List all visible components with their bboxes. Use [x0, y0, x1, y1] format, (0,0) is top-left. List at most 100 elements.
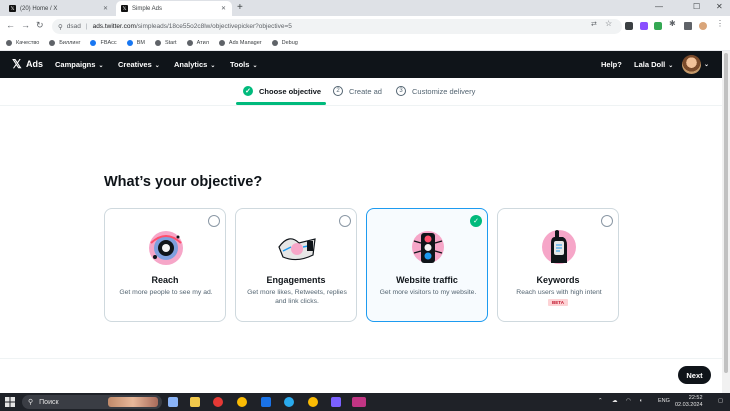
tab-strip: 𝕏 (20) Home / X ✕ 𝕏 Simple Ads ✕ + — ☐ ✕	[0, 0, 730, 16]
bookmark-item[interactable]: FBAcc	[90, 40, 117, 46]
back-arrow-icon[interactable]: ←	[6, 20, 15, 30]
x-logo-icon: 𝕏	[121, 5, 128, 12]
taskbar-search[interactable]: ⚲ Поиск	[22, 395, 162, 409]
bookmark-item[interactable]: Качество	[6, 40, 39, 46]
globe-icon	[154, 40, 161, 46]
outlook-icon[interactable]	[261, 397, 271, 407]
language-indicator[interactable]: ENG	[658, 398, 670, 404]
maximize-icon[interactable]: ☐	[693, 2, 700, 11]
chevron-down-icon[interactable]: ⌄	[704, 61, 709, 68]
objective-stepper: ✓ Choose objective 2 Create ad 3 Customi…	[0, 78, 722, 106]
account-menu[interactable]: Lala Doll ⌄	[634, 60, 673, 69]
help-link[interactable]: Help?	[601, 60, 622, 69]
step-customize-delivery[interactable]: 3 Customize delivery	[396, 86, 475, 96]
card-description: Get more visitors to my website.	[379, 289, 477, 296]
footer-divider	[0, 358, 722, 359]
objective-card-reach[interactable]: Reach Get more people to see my ad.	[104, 208, 226, 322]
extension-purple-icon[interactable]	[640, 22, 648, 30]
chevron-down-icon: ⌄	[252, 63, 258, 69]
file-explorer-icon[interactable]	[190, 397, 200, 407]
yandex-browser-icon[interactable]	[213, 397, 223, 407]
telegram-icon[interactable]	[284, 397, 294, 407]
nav-tools[interactable]: Tools ⌄	[230, 60, 257, 69]
task-view-icon[interactable]	[168, 397, 178, 407]
clock-date: 02.03.2024	[675, 402, 703, 408]
card-description: Get more likes, Retweets, replies and li…	[247, 289, 347, 305]
menu-icon[interactable]: ⋮	[716, 19, 724, 28]
wifi-icon[interactable]: ◠	[626, 398, 631, 404]
bookmark-item[interactable]: Debug	[271, 40, 298, 46]
brand-label[interactable]: Ads	[26, 59, 43, 69]
site-info-icon[interactable]: ⚲	[58, 23, 63, 31]
app-icon[interactable]	[331, 397, 341, 407]
browser-tab-simple-ads[interactable]: 𝕏 Simple Ads ✕	[116, 1, 232, 16]
extension-green-icon[interactable]	[654, 22, 662, 30]
avatar[interactable]	[682, 55, 701, 74]
chevron-up-icon[interactable]: ⌃	[598, 398, 603, 404]
objective-card-website-traffic[interactable]: ✓ Website traffic Get more visitors to m…	[366, 208, 488, 322]
objective-card-keywords[interactable]: Keywords Reach users with high intent BE…	[497, 208, 619, 322]
onedrive-icon[interactable]: ☁	[612, 398, 618, 404]
bookmark-item[interactable]: Атил	[186, 40, 209, 46]
volume-icon[interactable]: ◖	[639, 398, 642, 404]
card-description: Get more people to see my ad.	[119, 289, 213, 296]
puzzle-icon[interactable]: ✱	[669, 19, 677, 28]
reload-icon[interactable]: ↻	[36, 20, 44, 31]
search-highlight-image	[108, 397, 158, 407]
app-active-icon[interactable]	[352, 397, 366, 407]
url-prefix: dsad	[66, 23, 81, 30]
ads-header: 𝕏 Ads Campaigns ⌄ Creatives ⌄ Analytics ⌄ T…	[0, 51, 722, 78]
sidebar-icon[interactable]	[684, 22, 692, 30]
url-divider: |	[85, 23, 88, 30]
bookmark-item[interactable]: Биллинг	[49, 40, 80, 46]
check-icon[interactable]: ✓	[470, 215, 482, 227]
reach-illustration-icon	[149, 231, 183, 265]
forward-arrow-icon[interactable]: →	[21, 20, 30, 30]
chevron-down-icon: ⌄	[210, 63, 216, 69]
chevron-down-icon: ⌄	[154, 63, 160, 69]
website-traffic-illustration-icon	[412, 231, 444, 263]
bookmark-item[interactable]: Ads Manager	[218, 40, 262, 46]
translate-icon[interactable]: ⇄	[591, 20, 599, 28]
card-title: Website traffic	[396, 275, 458, 285]
extension-icon[interactable]	[625, 22, 633, 30]
next-button[interactable]: Next	[678, 366, 711, 384]
x-logo-icon[interactable]: 𝕏	[12, 57, 22, 71]
chevron-down-icon: ⌄	[98, 63, 104, 69]
close-icon[interactable]: ✕	[221, 5, 226, 12]
close-window-icon[interactable]: ✕	[716, 2, 723, 11]
star-icon[interactable]: ☆	[605, 19, 613, 28]
chrome-profile-icon[interactable]	[308, 397, 318, 407]
profile-icon[interactable]	[699, 22, 707, 30]
beta-badge: BETA	[548, 299, 568, 306]
notification-icon[interactable]: ▢	[718, 398, 723, 404]
scrollbar-thumb[interactable]	[724, 53, 728, 373]
nav-creatives[interactable]: Creatives ⌄	[118, 60, 160, 69]
bookmark-item[interactable]: Start	[154, 40, 177, 46]
address-bar[interactable]: ⚲ dsad | ads.twitter.com /simpleads/18ce…	[52, 19, 622, 34]
close-icon[interactable]: ✕	[103, 5, 108, 12]
globe-icon	[218, 40, 225, 46]
radio-button[interactable]	[601, 215, 613, 227]
globe-icon	[271, 40, 278, 46]
system-clock[interactable]: 22:52 02.03.2024	[675, 395, 703, 409]
bookmark-item[interactable]: BM	[126, 40, 145, 46]
card-description: Reach users with high intent	[516, 289, 602, 296]
radio-button[interactable]	[339, 215, 351, 227]
nav-analytics[interactable]: Analytics ⌄	[174, 60, 215, 69]
browser-tab-home[interactable]: 𝕏 (20) Home / X ✕	[4, 1, 114, 16]
step-create-ad[interactable]: 2 Create ad	[333, 86, 382, 96]
chevron-down-icon: ⌄	[668, 63, 674, 69]
windows-start-icon[interactable]	[5, 397, 15, 407]
globe-icon	[186, 40, 193, 46]
keywords-illustration-icon	[542, 230, 576, 264]
new-tab-button[interactable]: +	[237, 2, 243, 13]
step-choose-objective[interactable]: ✓ Choose objective	[243, 86, 321, 96]
nav-campaigns[interactable]: Campaigns ⌄	[55, 60, 103, 69]
active-step-underline	[236, 102, 326, 105]
objective-card-engagements[interactable]: Engagements Get more likes, Retweets, re…	[235, 208, 357, 322]
radio-button[interactable]	[208, 215, 220, 227]
engagements-illustration-icon	[278, 238, 316, 261]
minimize-icon[interactable]: —	[655, 2, 663, 11]
chrome-icon[interactable]	[237, 397, 247, 407]
